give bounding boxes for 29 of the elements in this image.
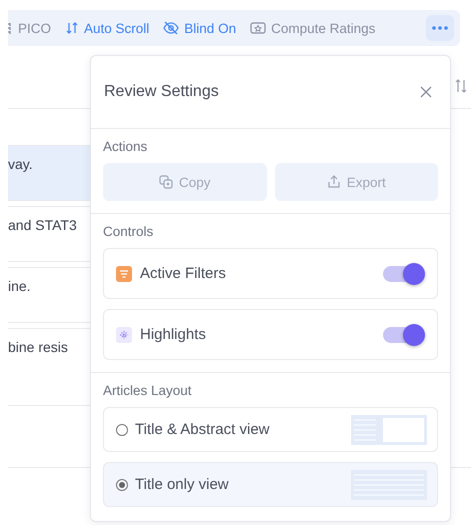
star-card-icon: [250, 21, 266, 35]
article-row[interactable]: vay.: [8, 145, 90, 201]
control-label: Highlights: [140, 326, 206, 343]
sort-icon[interactable]: [455, 78, 467, 94]
copy-icon: [158, 175, 173, 189]
section-heading: Actions: [103, 139, 148, 154]
radio-button[interactable]: [116, 478, 128, 490]
panel-title: Review Settings: [104, 83, 219, 101]
control-label: Active Filters: [140, 265, 226, 282]
article-text: vay.: [8, 156, 33, 172]
article-text: and STAT3: [8, 217, 77, 233]
more-icon: [432, 26, 448, 30]
abstract-layout-icon: [351, 414, 427, 444]
more-button[interactable]: [426, 15, 454, 41]
section-heading: Articles Layout: [103, 383, 193, 398]
option-label: Title only view: [135, 476, 229, 493]
close-icon[interactable]: [420, 86, 432, 98]
layout-option[interactable]: Title & Abstract view: [103, 407, 438, 452]
article-text: bine resis: [8, 339, 68, 355]
upload-icon: [326, 175, 341, 189]
toggle-switch[interactable]: [383, 266, 423, 282]
toggle-switch[interactable]: [383, 326, 423, 342]
eye-off-icon: [163, 21, 180, 35]
layout-option[interactable]: Title only view: [103, 462, 438, 507]
radio-button[interactable]: [116, 424, 128, 436]
sort-arrows-icon: [65, 21, 80, 35]
option-label: Title & Abstract view: [135, 421, 270, 438]
section-heading: Controls: [103, 224, 154, 239]
article-text: ine.: [8, 278, 31, 294]
